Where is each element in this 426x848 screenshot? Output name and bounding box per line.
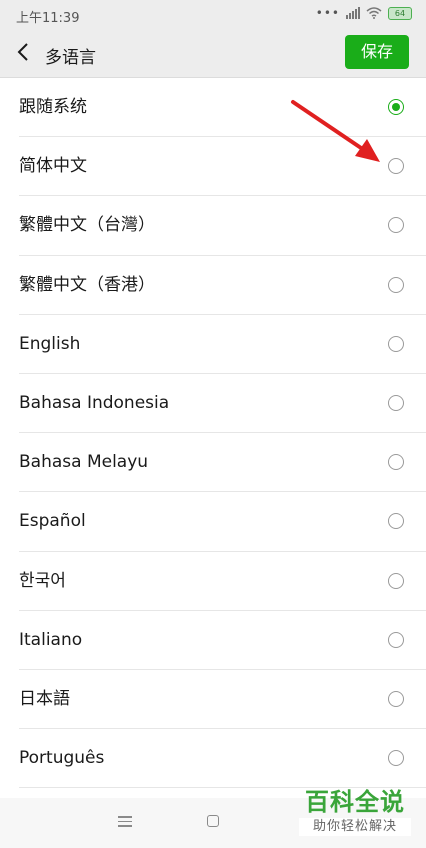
radio-unselected-icon[interactable] bbox=[388, 335, 404, 352]
language-label: 日本語 bbox=[19, 688, 70, 709]
language-option-bahasa-melayu[interactable]: Bahasa Melayu bbox=[0, 433, 426, 493]
status-time: 上午11:39 bbox=[16, 11, 80, 26]
language-option-bahasa-indonesia[interactable]: Bahasa Indonesia bbox=[0, 374, 426, 434]
save-button[interactable]: 保存 bbox=[345, 35, 409, 69]
language-option-traditional-chinese-hongkong[interactable]: 繁體中文（香港） bbox=[0, 256, 426, 315]
radio-unselected-icon[interactable] bbox=[388, 513, 404, 530]
language-label: English bbox=[19, 333, 81, 354]
status-bar: 上午11:39 ••• 64 bbox=[0, 0, 426, 30]
status-icons: ••• 64 bbox=[316, 6, 412, 20]
radio-unselected-icon[interactable] bbox=[388, 631, 404, 648]
language-option-italiano[interactable]: Italiano bbox=[0, 611, 426, 671]
language-option-english[interactable]: English bbox=[0, 315, 426, 375]
language-label: 简体中文 bbox=[19, 156, 87, 177]
language-label: Español bbox=[19, 511, 86, 532]
radio-unselected-icon[interactable] bbox=[388, 217, 404, 234]
language-label: 한국어 bbox=[19, 570, 66, 591]
signal-icon bbox=[346, 7, 360, 19]
language-list: 跟随系统 简体中文 繁體中文（台灣） 繁體中文（香港） English Baha… bbox=[0, 78, 426, 798]
back-arrow-icon[interactable] bbox=[14, 40, 34, 64]
watermark-title: 百科全说 bbox=[305, 788, 405, 816]
radio-unselected-icon[interactable] bbox=[388, 454, 404, 471]
more-dots-icon: ••• bbox=[315, 6, 340, 20]
menu-icon[interactable] bbox=[118, 816, 132, 828]
language-label: 跟随系统 bbox=[19, 97, 87, 117]
language-label: 繁體中文（台灣） bbox=[19, 215, 155, 236]
language-option-korean[interactable]: 한국어 bbox=[0, 552, 426, 611]
language-option-espanol[interactable]: Español bbox=[0, 492, 426, 552]
language-option-simplified-chinese[interactable]: 简体中文 bbox=[0, 137, 426, 197]
radio-unselected-icon[interactable] bbox=[388, 394, 404, 411]
radio-unselected-icon[interactable] bbox=[388, 750, 404, 767]
language-label: Bahasa Melayu bbox=[19, 452, 149, 473]
language-option-japanese[interactable]: 日本語 bbox=[0, 670, 426, 730]
language-label: Italiano bbox=[19, 629, 83, 650]
language-option-portugues[interactable]: Português bbox=[0, 729, 426, 789]
radio-unselected-icon[interactable] bbox=[388, 158, 404, 175]
battery-icon: 64 bbox=[388, 6, 412, 20]
language-label: 繁體中文（香港） bbox=[19, 274, 155, 295]
wifi-icon bbox=[366, 7, 382, 19]
watermark: 百科全说 助你轻松解决 bbox=[295, 788, 415, 842]
home-icon[interactable] bbox=[207, 815, 219, 827]
language-label: Português bbox=[19, 748, 105, 769]
radio-unselected-icon[interactable] bbox=[388, 572, 404, 589]
page-title: 多语言 bbox=[45, 48, 96, 68]
radio-unselected-icon[interactable] bbox=[388, 690, 404, 707]
language-option-traditional-chinese-taiwan[interactable]: 繁體中文（台灣） bbox=[0, 196, 426, 256]
app-header: 多语言 保存 bbox=[0, 30, 426, 78]
radio-unselected-icon[interactable] bbox=[388, 276, 404, 293]
watermark-subtitle: 助你轻松解决 bbox=[299, 818, 411, 836]
language-label: Bahasa Indonesia bbox=[19, 392, 170, 413]
radio-selected-icon[interactable] bbox=[388, 99, 404, 115]
language-option-follow-system[interactable]: 跟随系统 bbox=[0, 78, 426, 138]
